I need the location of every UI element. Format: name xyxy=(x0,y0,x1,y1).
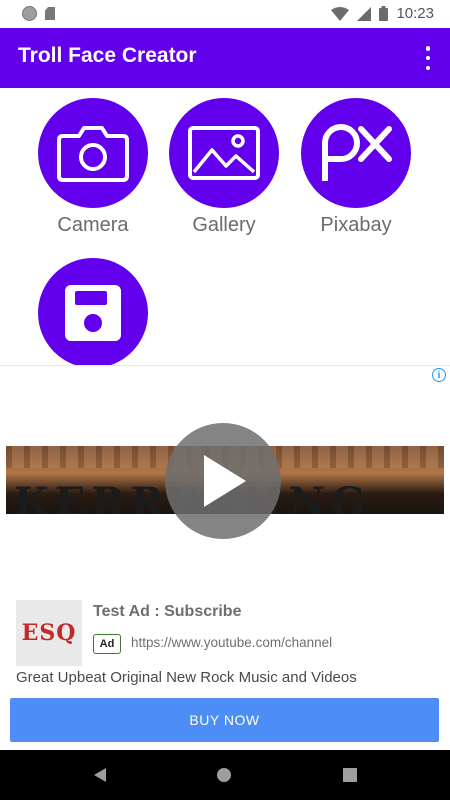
sd-card-icon xyxy=(45,7,55,20)
app-bar: Troll Face Creator xyxy=(0,28,450,88)
save-icon xyxy=(65,285,121,341)
camera-label: Camera xyxy=(57,214,129,236)
gallery-circle[interactable] xyxy=(169,98,279,208)
camera-button[interactable]: Camera xyxy=(33,98,153,237)
ad-title[interactable]: Test Ad : Subscribe xyxy=(93,603,241,621)
pixabay-button[interactable]: Pixabay xyxy=(296,98,416,237)
ad-url[interactable]: https://www.youtube.com/channel xyxy=(131,635,332,650)
ad-info-icon[interactable]: i xyxy=(432,368,446,382)
ad-banner[interactable]: i KERRY KING ESQ Test Ad : Subscribe Ad … xyxy=(0,365,450,751)
wifi-icon xyxy=(331,6,350,21)
play-icon xyxy=(204,455,246,507)
ad-thumbnail-text: ESQ xyxy=(21,620,77,646)
recents-icon[interactable] xyxy=(342,767,358,783)
status-time: 10:23 xyxy=(396,5,434,22)
camera-circle[interactable] xyxy=(38,98,148,208)
image-icon xyxy=(188,126,260,180)
navigation-bar xyxy=(0,750,450,800)
status-bar: 10:23 xyxy=(0,0,450,28)
pixabay-label: Pixabay xyxy=(320,214,392,236)
ad-thumbnail[interactable]: ESQ xyxy=(16,600,82,666)
gallery-button[interactable]: Gallery xyxy=(164,98,284,237)
app-title: Troll Face Creator xyxy=(18,44,197,67)
play-button[interactable] xyxy=(165,423,281,539)
buy-now-button[interactable]: BUY NOW xyxy=(10,698,439,742)
gallery-label: Gallery xyxy=(192,214,256,236)
camera-icon xyxy=(57,126,129,182)
overflow-menu-icon[interactable] xyxy=(424,46,432,70)
ad-badge: Ad xyxy=(93,634,121,654)
pixabay-circle[interactable] xyxy=(301,98,411,208)
signal-icon xyxy=(357,6,372,21)
battery-icon xyxy=(379,6,389,21)
save-button[interactable] xyxy=(33,258,153,368)
back-icon[interactable] xyxy=(92,767,108,783)
home-icon[interactable] xyxy=(216,767,232,783)
ad-description: Great Upbeat Original New Rock Music and… xyxy=(16,669,357,686)
pixabay-icon xyxy=(322,124,392,181)
save-circle[interactable] xyxy=(38,258,148,368)
circle-notification-icon xyxy=(22,6,37,21)
